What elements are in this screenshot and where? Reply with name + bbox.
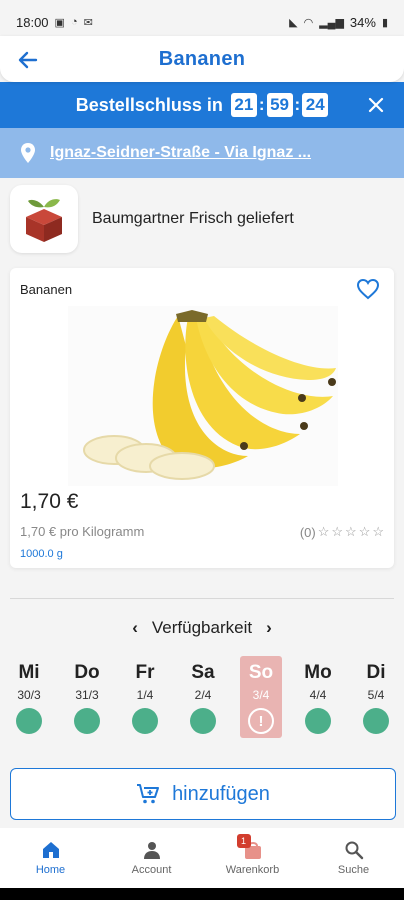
day-item[interactable]: Mi 30/3 [8,656,50,738]
status-time: 18:00 [16,14,49,30]
day-item[interactable]: Do 31/3 [66,656,108,738]
cart-badge: 1 [236,834,251,848]
product-image [68,306,338,486]
nav-account-label: Account [131,864,172,876]
product-weight: 1000.0 g [20,548,63,560]
deadline-seconds: 24 [302,93,329,117]
wifi-icon: ◠ [303,16,314,29]
available-indicator [363,708,389,734]
chevron-right-icon[interactable]: › [266,618,272,638]
gallery-icon: ▣ [54,16,65,29]
availability-title: Verfügbarkeit [151,618,253,637]
delivery-address[interactable]: Ignaz-Seidner-Straße - Via Ignaz ... [50,144,311,162]
nav-search[interactable]: Suche [303,828,404,888]
vendor-row[interactable]: Baumgartner Frisch geliefert [10,184,394,254]
home-icon [42,842,59,858]
delivery-address-bar[interactable]: Ignaz-Seidner-Straße - Via Ignaz ... [0,128,404,178]
day-item[interactable]: Di 5/4 [355,656,397,738]
chevron-left-icon[interactable]: ‹ [132,618,138,638]
nav-home[interactable]: Home [0,828,101,888]
signal-icon: ▂▄▆ [319,16,344,29]
day-name: Do [74,662,100,683]
day-item[interactable]: Sa 2/4 [182,656,224,738]
deadline-label: Bestellschluss in [75,94,223,115]
warning-icon: ! [248,708,274,734]
rating: (0) ☆ ☆ ☆ ☆ ☆ [300,524,384,540]
day-item[interactable]: Mo 4/4 [297,656,339,738]
product-price: 1,70 € [20,490,79,513]
vendor-logo [10,185,78,253]
day-name: Mi [18,662,40,683]
deadline-close-button[interactable] [364,93,388,117]
bottom-navigation: Home Account 1 Warenkorb Suche [0,828,404,888]
availability-days: Mi 30/3 Do 31/3 Fr 1/4 Sa 2/4 So 3/4 ! M… [0,656,404,738]
day-date: 3/4 [252,688,270,702]
day-name: Sa [191,662,215,683]
day-name: Fr [135,662,155,683]
location-pin-icon [21,143,35,163]
whatsapp-icon: ◔ [70,16,78,28]
day-date: 4/4 [309,688,327,702]
heart-icon [356,278,380,300]
nav-cart-label: Warenkorb [225,864,280,876]
deadline-hours: 21 [230,93,257,117]
available-indicator [305,708,331,734]
app-header: Bananen [0,36,404,82]
star-icon: ☆ [331,524,344,539]
available-indicator [16,708,42,734]
battery-level: 34% [349,14,376,30]
star-icon: ☆ [372,524,384,539]
availability-header: ‹ Verfügbarkeit › [0,616,404,640]
page-title: Bananen [158,47,246,70]
day-item-closed[interactable]: So 3/4 ! [240,656,282,738]
available-indicator [132,708,158,734]
vendor-logo-icon [26,199,62,242]
add-button-label: hinzufügen [172,782,270,805]
available-indicator [74,708,100,734]
arrow-left-icon [18,51,38,69]
deadline-minutes: 59 [266,93,293,117]
day-name: So [248,662,274,683]
day-date: 30/3 [17,688,41,702]
mute-icon: ◣ [289,16,298,29]
day-date: 31/3 [75,688,99,702]
day-name: Di [366,662,386,683]
unit-price: 1,70 € pro Kilogramm [20,524,145,539]
add-cart-icon [137,784,160,804]
day-date: 1/4 [136,688,154,702]
add-to-cart-button[interactable]: hinzufügen [10,768,396,820]
back-button[interactable] [14,46,42,74]
close-icon [368,97,384,113]
day-item[interactable]: Fr 1/4 [124,656,166,738]
day-name: Mo [304,662,332,683]
rating-count: (0) [299,524,316,540]
star-icon: ☆ [317,524,330,539]
favorite-button[interactable] [356,278,382,304]
available-indicator [190,708,216,734]
nav-search-label: Suche [337,864,370,876]
order-deadline-bar: Bestellschluss in 21 : 59 : 24 [0,82,404,128]
divider [10,598,394,599]
battery-icon: ▮ [381,16,388,29]
person-icon [143,842,160,859]
vendor-name: Baumgartner Frisch geliefert [92,210,294,227]
system-navigation-bar [0,888,404,900]
nav-cart[interactable]: 1 Warenkorb [202,828,303,888]
star-icon: ☆ [358,524,371,539]
product-name: Bananen [20,282,73,297]
product-card: Bananen 1,70 € 1,70 € pro Kilogramm (0) … [10,268,394,568]
star-icon: ☆ [345,524,357,539]
day-date: 5/4 [367,688,385,702]
day-date: 2/4 [194,688,212,702]
nav-account[interactable]: Account [101,828,202,888]
search-icon [345,841,363,860]
nav-home-label: Home [35,864,66,876]
mail-icon: ✉ [83,16,93,29]
